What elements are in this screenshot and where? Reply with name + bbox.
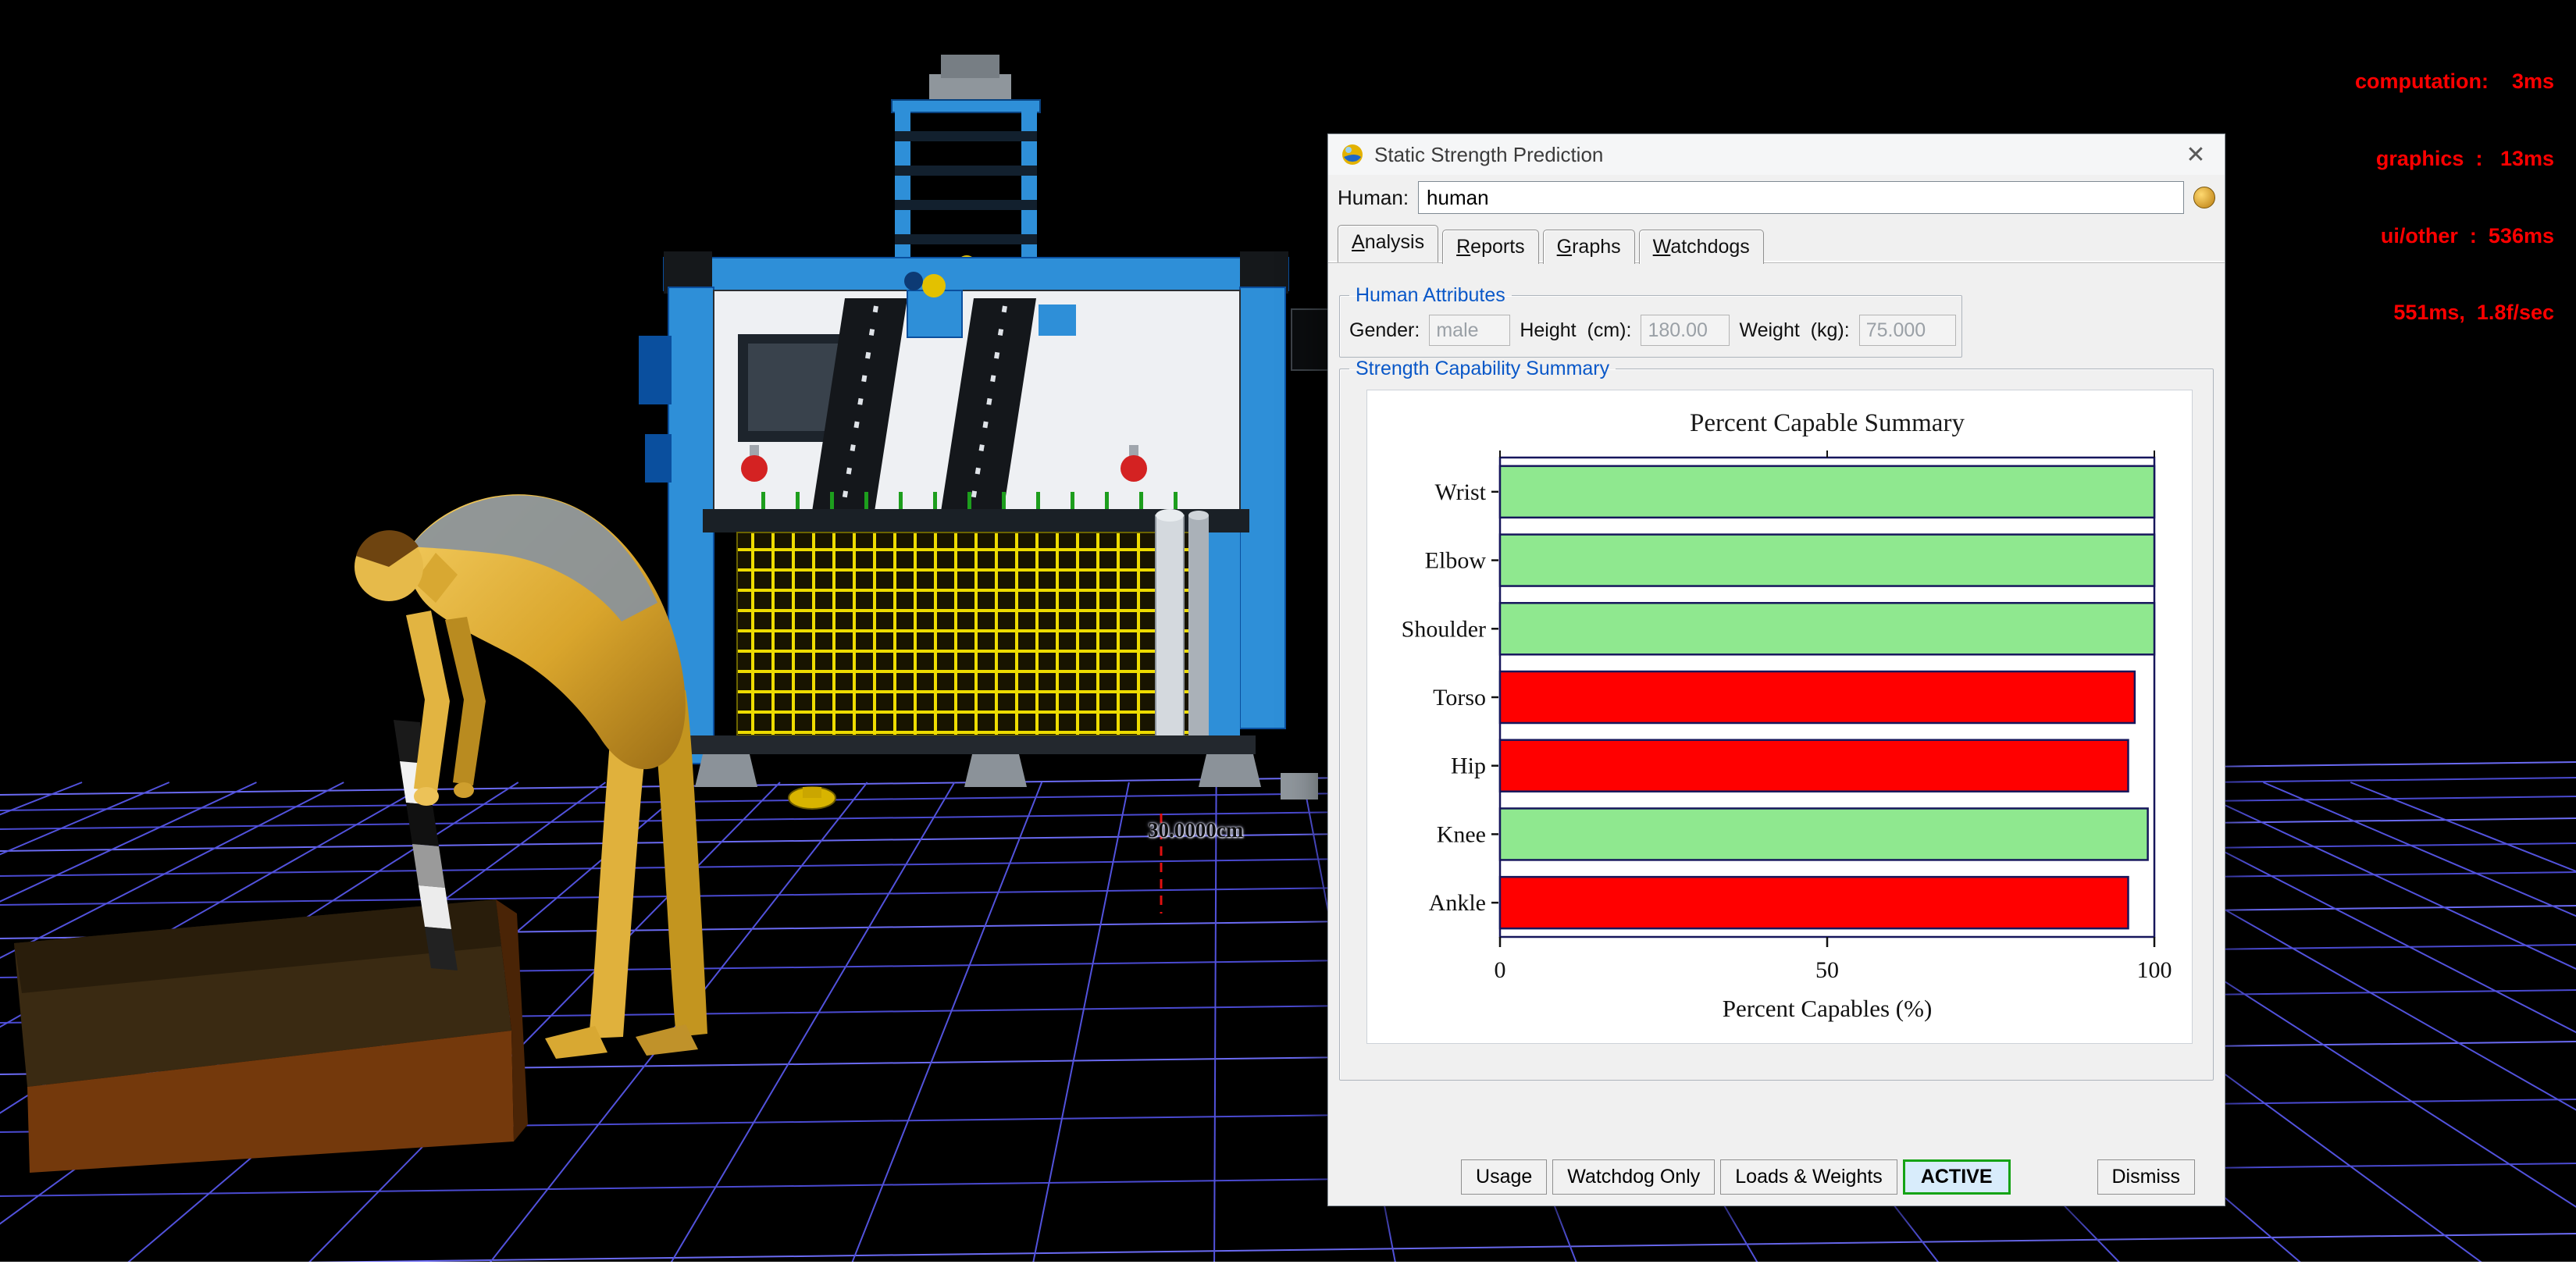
percent-capable-chart: Percent Capable Summary Wrist Elbow Shoulde… xyxy=(1366,390,2193,1044)
svg-text:Elbow: Elbow xyxy=(1425,548,1487,574)
svg-text:Percent Capable Summary: Percent Capable Summary xyxy=(1690,409,1965,437)
height-label: Height (cm): xyxy=(1520,319,1631,342)
measurement-label: 30.0000cm xyxy=(1148,818,1243,842)
tab-strip: AnalysisReportsGraphsWatchdogs xyxy=(1328,217,2225,262)
perf-line-total: 551ms, 1.8f/sec xyxy=(2355,300,2554,326)
app-window: 30.0000cm computation: 3ms graphics : 13… xyxy=(0,0,2576,1275)
percent-capable-chart-svg: Percent Capable Summary Wrist Elbow Shoulde… xyxy=(1367,390,2192,1043)
weight-field xyxy=(1859,315,1956,346)
dialog-button-usage[interactable]: Usage xyxy=(1461,1159,1547,1195)
svg-text:0: 0 xyxy=(1495,957,1506,983)
svg-text:Ankle: Ankle xyxy=(1429,890,1486,916)
svg-text:100: 100 xyxy=(2137,957,2172,983)
dialog-button-loads-weights[interactable]: Loads & Weights xyxy=(1720,1159,1897,1195)
perf-line-computation: computation: 3ms xyxy=(2355,69,2554,94)
weight-label: Weight (kg): xyxy=(1739,319,1849,342)
human-label: Human: xyxy=(1338,186,1409,210)
tab-watchdogs[interactable]: Watchdogs xyxy=(1639,230,1764,264)
height-field xyxy=(1641,315,1730,346)
gender-label: Gender: xyxy=(1349,319,1420,342)
static-strength-prediction-dialog: Static Strength Prediction ✕ Human: Anal… xyxy=(1327,134,2225,1206)
close-icon[interactable]: ✕ xyxy=(2179,141,2212,169)
svg-text:50: 50 xyxy=(1815,957,1839,983)
svg-text:Percent Capables (%): Percent Capables (%) xyxy=(1723,995,1933,1022)
dialog-button-dismiss[interactable]: Dismiss xyxy=(2097,1159,2196,1195)
dialog-buttons: UsageWatchdog OnlyLoads & WeightsACTIVE D… xyxy=(1461,1159,2195,1195)
tab-graphs[interactable]: Graphs xyxy=(1543,230,1635,264)
dialog-titlebar[interactable]: Static Strength Prediction ✕ xyxy=(1328,134,2225,175)
strength-summary-group: Strength Capability Summary Percent Capa… xyxy=(1339,358,2214,1081)
bottom-strip xyxy=(0,1262,2576,1275)
svg-text:Wrist: Wrist xyxy=(1435,479,1487,505)
tab-reports[interactable]: Reports xyxy=(1442,230,1539,264)
gender-field xyxy=(1429,315,1510,346)
perf-line-graphics: graphics : 13ms xyxy=(2355,146,2554,172)
tab-analysis[interactable]: Analysis xyxy=(1338,225,1438,262)
human-input[interactable] xyxy=(1418,181,2184,214)
svg-text:Shoulder: Shoulder xyxy=(1402,616,1486,642)
analysis-tab-pane: Human Attributes Gender: Height (cm): We… xyxy=(1328,262,2225,1081)
dialog-button-active[interactable]: ACTIVE xyxy=(1903,1159,2011,1195)
dialog-button-watchdog-only[interactable]: Watchdog Only xyxy=(1552,1159,1715,1195)
machine-model xyxy=(639,55,1354,809)
perf-overlay: computation: 3ms graphics : 13ms ui/othe… xyxy=(2355,17,2554,377)
human-row: Human: xyxy=(1328,175,2225,217)
app-icon xyxy=(1341,143,1364,166)
human-field-picker-icon[interactable] xyxy=(2193,187,2215,208)
perf-line-ui-other: ui/other : 536ms xyxy=(2355,223,2554,249)
svg-text:Torso: Torso xyxy=(1433,685,1486,711)
strength-summary-group-label: Strength Capability Summary xyxy=(1349,358,1616,380)
human-attributes-group-label: Human Attributes xyxy=(1349,284,1512,307)
human-attributes-group: Human Attributes Gender: Height (cm): We… xyxy=(1339,284,1962,358)
svg-text:Knee: Knee xyxy=(1437,821,1486,847)
human-attributes-row: Gender: Height (cm): Weight (kg): xyxy=(1349,315,1952,346)
dialog-title: Static Strength Prediction xyxy=(1374,143,1603,167)
svg-text:Hip: Hip xyxy=(1451,753,1486,779)
